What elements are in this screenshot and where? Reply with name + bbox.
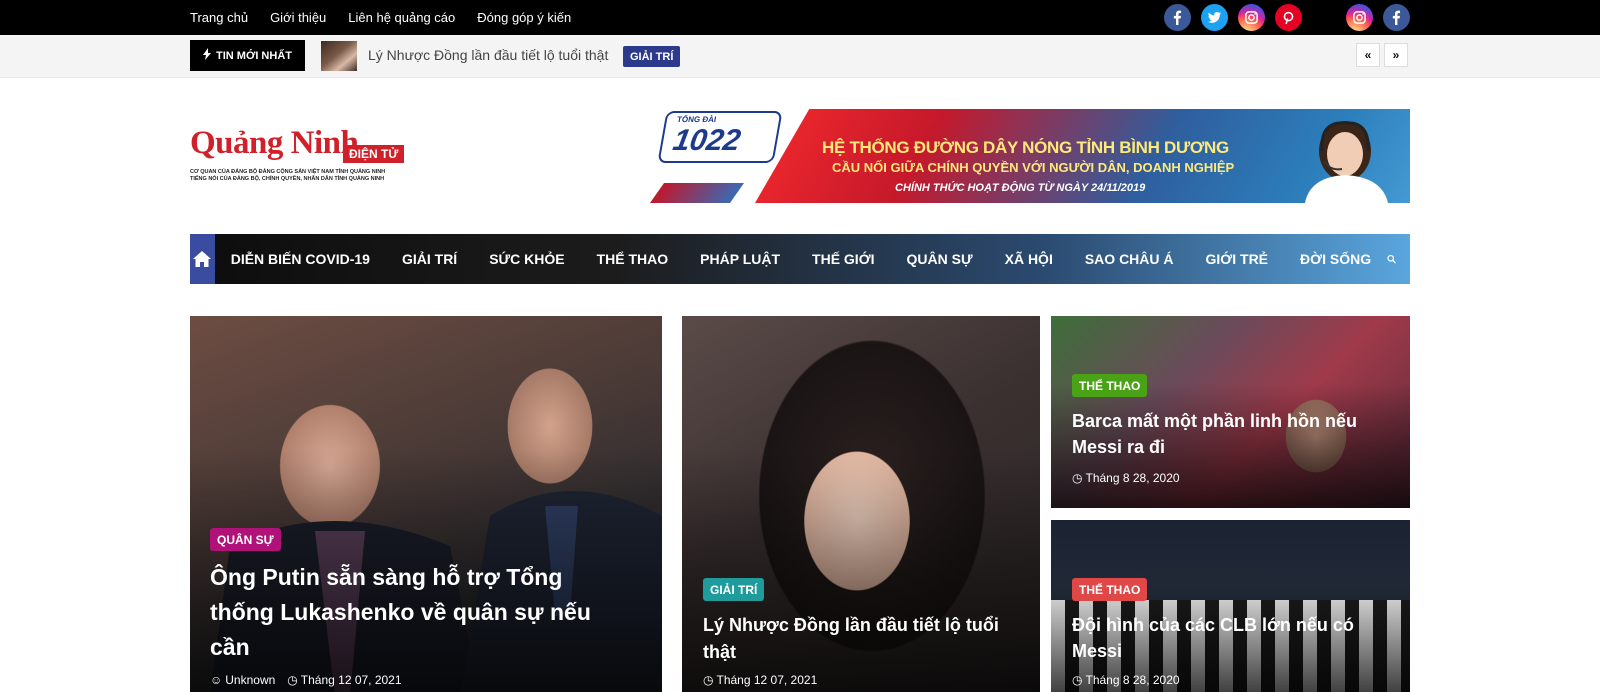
featured-article-1[interactable]: QUÂN SỰ Ông Putin sẵn sàng hỗ trợ Tổng t…	[190, 316, 662, 692]
nav-item-gioi-tre[interactable]: GIỚI TRẺ	[1190, 251, 1285, 267]
nav-item-xa-hoi[interactable]: XÃ HỘI	[989, 251, 1069, 267]
article-1-author[interactable]: Unknown	[225, 673, 275, 687]
article-4-meta: ◷ Tháng 8 28, 2020	[1072, 673, 1180, 687]
search-icon[interactable]	[1387, 250, 1396, 268]
top-bar: Trang chủ Giới thiệu Liên hệ quảng cáo Đ…	[0, 0, 1600, 35]
main-navigation: DIỄN BIẾN COVID-19 GIẢI TRÍ SỨC KHỎE THỂ…	[190, 234, 1410, 284]
article-1-category-badge[interactable]: QUÂN SỰ	[210, 528, 281, 551]
article-2-title[interactable]: Lý Nhược Đồng lần đầu tiết lộ tuổi thật	[703, 612, 1023, 666]
banner-subheadline: CẦU NỐI GIỮA CHÍNH QUYỀN VỚI NGƯỜI DÂN, …	[832, 160, 1235, 175]
article-2-date-wrap: ◷ Tháng 12 07, 2021	[703, 673, 817, 687]
twitter-icon[interactable]	[1201, 4, 1228, 31]
article-4-overlay	[1051, 520, 1410, 692]
article-3-title[interactable]: Barca mất một phần linh hồn nếu Messi ra…	[1072, 408, 1392, 460]
article-2-meta: ◷ Tháng 12 07, 2021	[703, 673, 817, 687]
article-4-category-badge[interactable]: THỂ THAO	[1072, 578, 1148, 601]
ticker-thumbnail[interactable]	[321, 41, 357, 71]
nav-item-covid[interactable]: DIỄN BIẾN COVID-19	[215, 251, 386, 267]
featured-article-2[interactable]: GIẢI TRÍ Lý Nhược Đồng lần đầu tiết lộ t…	[682, 316, 1040, 692]
article-1-meta: ☺ Unknown ◷ Tháng 12 07, 2021	[210, 673, 402, 687]
top-link-feedback[interactable]: Đóng góp ý kiến	[477, 10, 571, 25]
ticker-label-text: TIN MỚI NHẤT	[216, 49, 292, 62]
featured-article-4[interactable]: THỂ THAO Đội hình của các CLB lớn nếu có…	[1051, 520, 1410, 692]
article-2-category-badge[interactable]: GIẢI TRÍ	[703, 578, 765, 601]
top-link-about[interactable]: Giới thiệu	[270, 10, 326, 25]
top-nav: Trang chủ Giới thiệu Liên hệ quảng cáo Đ…	[190, 0, 571, 35]
logo-name: Quảng Ninh	[190, 125, 359, 161]
ticker-headline[interactable]: Lý Nhược Đồng lần đầu tiết lộ tuổi thật	[368, 47, 608, 63]
article-3-meta: ◷ Tháng 8 28, 2020	[1072, 471, 1180, 485]
ticker-prev-button[interactable]: «	[1356, 43, 1380, 67]
logo-tagline-2: TIẾNG NÓI CỦA ĐẢNG BỘ, CHÍNH QUYỀN, NHÂN…	[190, 176, 385, 182]
hotline-logo: TỔNG ĐÀI 1022	[657, 111, 783, 163]
nav-item-phap-luat[interactable]: PHÁP LUẬT	[684, 251, 796, 267]
article-1-date: Tháng 12 07, 2021	[300, 673, 402, 687]
article-3-date-wrap: ◷ Tháng 8 28, 2020	[1072, 471, 1180, 485]
article-1-author-wrap: ☺ Unknown	[210, 673, 275, 687]
home-button[interactable]	[190, 234, 215, 284]
article-4-date: Tháng 8 28, 2020	[1085, 673, 1180, 687]
breaking-news-ticker: TIN MỚI NHẤT Lý Nhược Đồng lần đầu tiết …	[0, 35, 1600, 78]
nav-item-giai-tri[interactable]: GIẢI TRÍ	[386, 251, 473, 267]
banner-stripe	[650, 183, 745, 203]
clock-icon: ◷	[703, 673, 714, 687]
article-3-category-badge[interactable]: THỂ THAO	[1072, 374, 1148, 397]
bolt-icon	[203, 48, 211, 63]
hotline-ad-banner[interactable]: TỔNG ĐÀI 1022 HỆ THỐNG ĐƯỜNG DÂY NÓNG TỈ…	[650, 109, 1410, 203]
top-link-advertise[interactable]: Liên hệ quảng cáo	[348, 10, 455, 25]
clock-icon: ◷	[1072, 471, 1083, 485]
ticker-next-button[interactable]: »	[1384, 43, 1408, 67]
top-link-home[interactable]: Trang chủ	[190, 10, 248, 25]
pinterest-icon[interactable]	[1275, 4, 1302, 31]
ticker-category-badge[interactable]: GIẢI TRÍ	[623, 46, 681, 67]
article-1-date-wrap: ◷ Tháng 12 07, 2021	[287, 673, 401, 687]
banner-date-line: CHÍNH THỨC HOẠT ĐỘNG TỪ NGÀY 24/11/2019	[895, 182, 1146, 194]
social-links-group-2	[1346, 4, 1410, 31]
featured-article-3[interactable]: THỂ THAO Barca mất một phần linh hồn nếu…	[1051, 316, 1410, 508]
nav-item-sao-chau-a[interactable]: SAO CHÂU Á	[1069, 251, 1190, 267]
clock-icon: ◷	[287, 673, 298, 687]
ticker-label: TIN MỚI NHẤT	[190, 40, 305, 71]
clock-icon: ◷	[1072, 673, 1083, 687]
article-2-date: Tháng 12 07, 2021	[716, 673, 818, 687]
social-links-group-1	[1164, 4, 1302, 31]
logo-subtitle: ĐIỆN TỬ	[343, 145, 405, 163]
nav-item-suc-khoe[interactable]: SỨC KHỎE	[473, 251, 580, 267]
hotline-logo-label: TỔNG ĐÀI	[676, 115, 717, 124]
nav-item-doi-song[interactable]: ĐỜI SỐNG	[1284, 251, 1387, 267]
logo-tagline-1: CƠ QUAN CỦA ĐẢNG BỘ ĐẢNG CỘNG SẢN VIỆT N…	[190, 169, 386, 175]
instagram-icon[interactable]	[1238, 4, 1265, 31]
home-icon	[193, 251, 212, 267]
article-4-title[interactable]: Đội hình của các CLB lớn nếu có Messi	[1072, 612, 1392, 664]
article-1-title[interactable]: Ông Putin sẵn sàng hỗ trợ Tổng thống Luk…	[210, 560, 630, 665]
article-3-date: Tháng 8 28, 2020	[1085, 471, 1180, 485]
user-icon: ☺	[210, 673, 223, 687]
operator-image	[1305, 121, 1388, 203]
nav-item-quan-su[interactable]: QUÂN SỰ	[891, 251, 989, 267]
hotline-logo-number: 1022	[670, 124, 744, 157]
nav-item-the-thao[interactable]: THỂ THAO	[581, 251, 685, 267]
instagram-icon[interactable]	[1346, 4, 1373, 31]
banner-headline: HỆ THỐNG ĐƯỜNG DÂY NÓNG TỈNH BÌNH DƯƠNG	[822, 138, 1229, 157]
nav-item-the-gioi[interactable]: THẾ GIỚI	[796, 251, 891, 267]
site-logo[interactable]: Quảng Ninh ĐIỆN TỬ CƠ QUAN CỦA ĐẢNG BỘ Đ…	[190, 125, 430, 190]
facebook-icon[interactable]	[1164, 4, 1191, 31]
facebook-icon[interactable]	[1383, 4, 1410, 31]
article-4-date-wrap: ◷ Tháng 8 28, 2020	[1072, 673, 1180, 687]
logo-tagline: CƠ QUAN CỦA ĐẢNG BỘ ĐẢNG CỘNG SẢN VIỆT N…	[190, 169, 385, 183]
